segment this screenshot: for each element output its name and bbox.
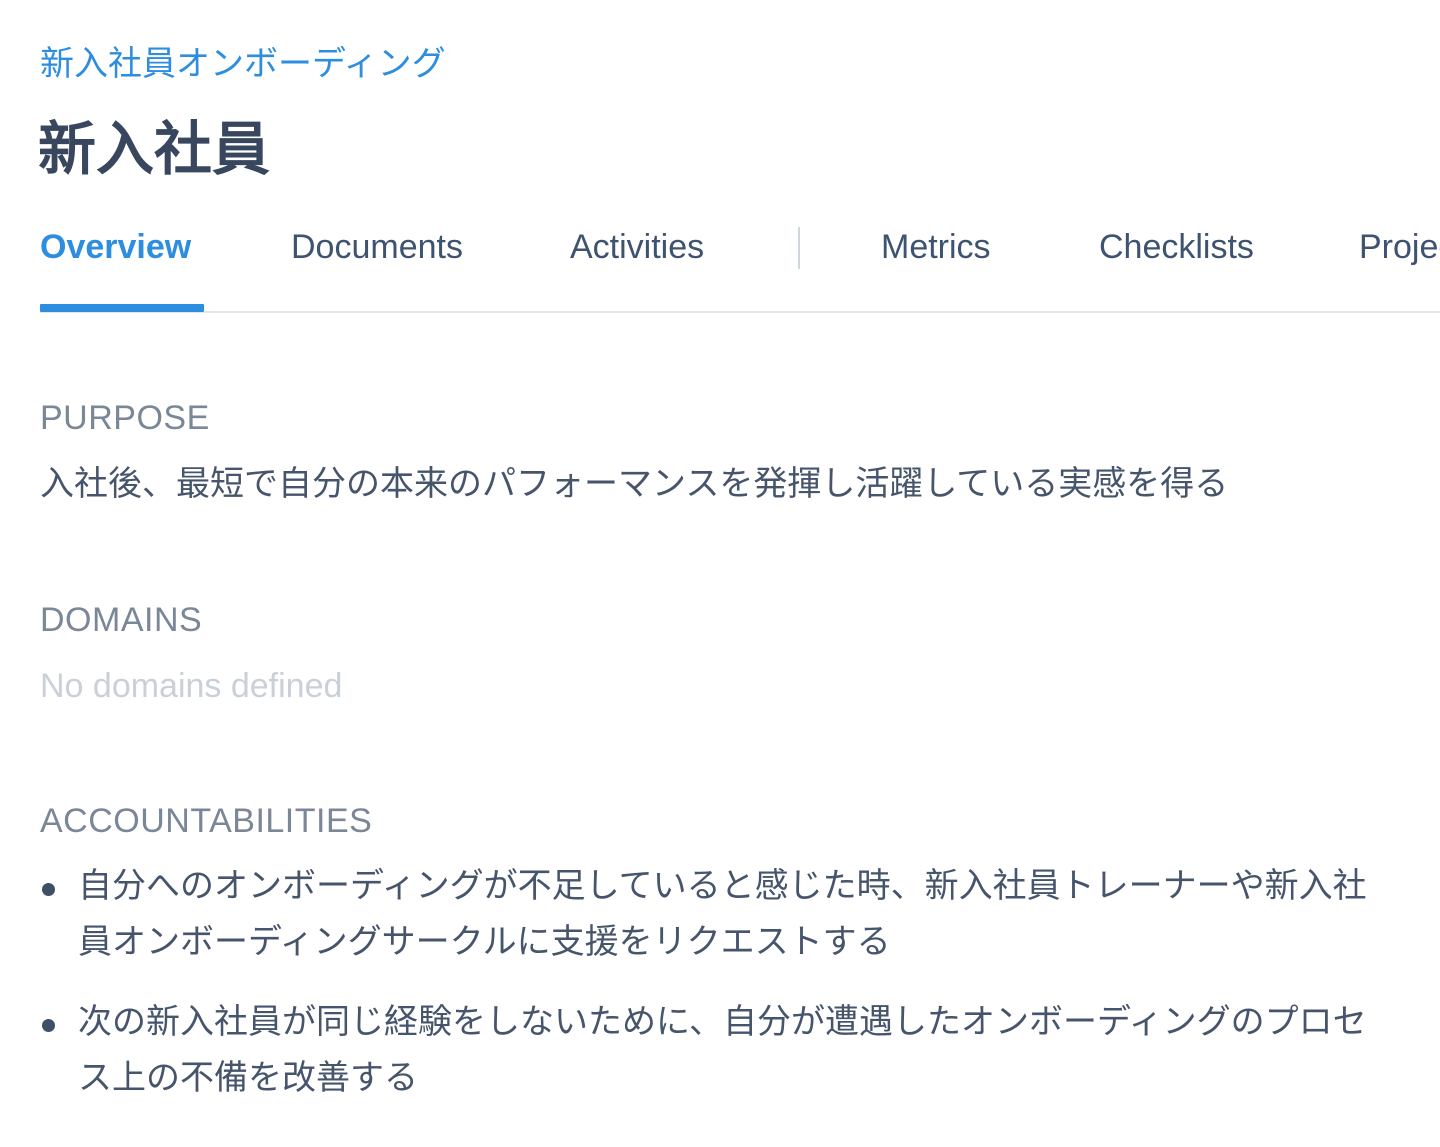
- bullet-icon: [42, 1019, 55, 1032]
- circle-overview-page: 新入社員オンボーディング 新入社員 Overview Documents Act…: [0, 0, 1440, 1147]
- bullet-icon: [42, 883, 55, 896]
- tab-metrics[interactable]: Metrics: [881, 223, 991, 271]
- accountabilities-list: 自分へのオンボーディングが不足していると感じた時、新入社員トレーナーや新入社員オ…: [0, 858, 1440, 1130]
- accountability-text: 次の新入社員が同じ経験をしないために、自分が遭遇したオンボーディングのプロセス上…: [78, 1002, 1367, 1098]
- purpose-text: 入社後、最短で自分の本来のパフォーマンスを発揮し活躍している実感を得る: [40, 464, 1229, 504]
- tab-bar-baseline: [40, 311, 1440, 313]
- tab-checklists[interactable]: Checklists: [1099, 223, 1254, 271]
- tab-divider: [798, 227, 800, 269]
- tab-projects[interactable]: Projects: [1359, 223, 1440, 271]
- list-item: 次の新入社員が同じ経験をしないために、自分が遭遇したオンボーディングのプロセス上…: [0, 994, 1398, 1106]
- accountability-text: 自分へのオンボーディングが不足していると感じた時、新入社員トレーナーや新入社員オ…: [78, 866, 1367, 962]
- domains-label: DOMAINS: [40, 601, 203, 639]
- breadcrumb-parent-circle[interactable]: 新入社員オンボーディング: [40, 40, 446, 88]
- tab-bar: Overview Documents Activities Metrics Ch…: [0, 205, 1440, 315]
- tab-documents[interactable]: Documents: [291, 223, 463, 271]
- domains-empty-text: No domains defined: [40, 667, 343, 705]
- purpose-label: PURPOSE: [40, 399, 210, 437]
- active-tab-indicator: [40, 304, 204, 312]
- accountabilities-label: ACCOUNTABILITIES: [40, 802, 373, 840]
- list-item: 自分へのオンボーディングが不足していると感じた時、新入社員トレーナーや新入社員オ…: [0, 858, 1398, 970]
- tab-activities[interactable]: Activities: [570, 223, 704, 271]
- tab-overview[interactable]: Overview: [40, 223, 191, 271]
- page-title: 新入社員: [38, 115, 271, 183]
